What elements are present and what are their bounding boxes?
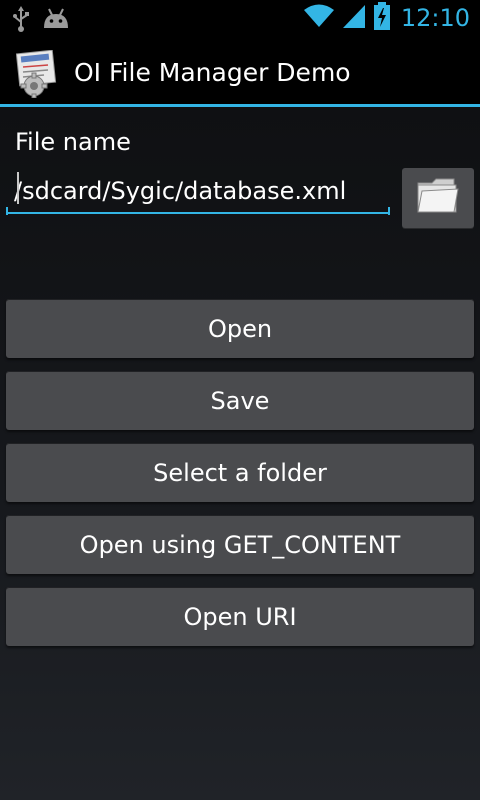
input-underline	[6, 207, 390, 215]
action-bar: OI File Manager Demo	[0, 38, 480, 107]
battery-charging-icon	[373, 2, 391, 34]
open-button[interactable]: Open	[6, 299, 474, 358]
app-icon[interactable]	[15, 49, 62, 99]
text-caret	[17, 172, 19, 204]
wifi-icon	[303, 3, 335, 33]
android-icon	[42, 8, 70, 34]
file-name-label: File name	[15, 128, 131, 156]
save-button[interactable]: Save	[6, 371, 474, 430]
usb-icon	[12, 6, 30, 36]
folder-icon	[416, 177, 460, 219]
clock: 12:10	[400, 4, 470, 32]
open-get-content-button[interactable]: Open using GET_CONTENT	[6, 515, 474, 574]
status-bar: 12:10	[0, 0, 480, 38]
app-title: OI File Manager Demo	[74, 58, 351, 87]
signal-icon	[341, 3, 367, 33]
browse-folder-button[interactable]	[402, 168, 474, 228]
select-folder-button[interactable]: Select a folder	[6, 443, 474, 502]
open-uri-button[interactable]: Open URI	[6, 587, 474, 646]
